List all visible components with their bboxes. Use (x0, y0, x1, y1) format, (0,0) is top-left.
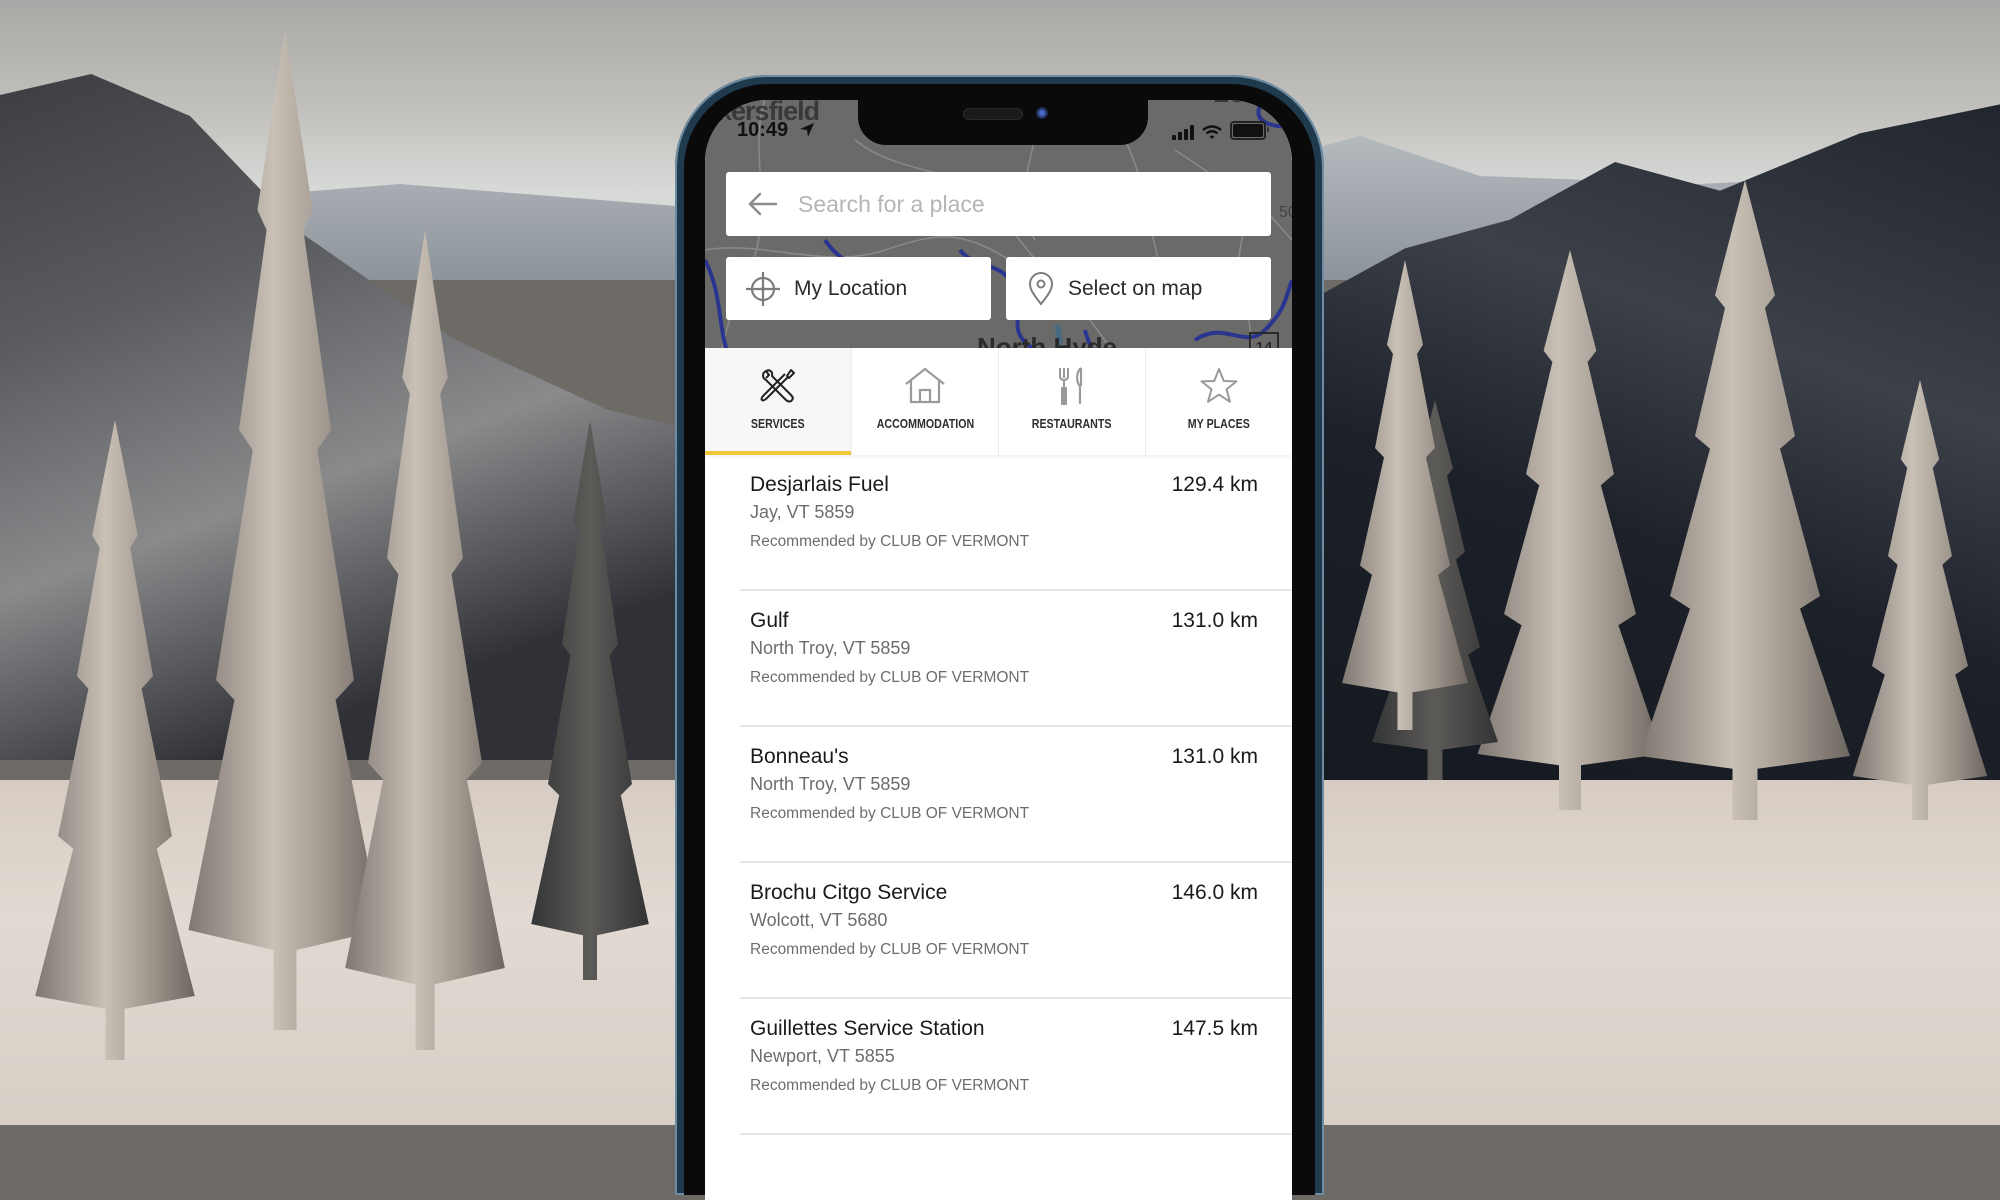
status-time: 10:49 (737, 119, 789, 141)
signal-icon (1172, 125, 1194, 140)
list-item[interactable]: Guillettes Service Station 147.5 km Newp… (740, 999, 1292, 1135)
tab-restaurants[interactable]: RESTAURANTS (999, 348, 1146, 455)
status-icons (1172, 121, 1269, 140)
tab-services[interactable]: SERVICES (705, 348, 852, 455)
tab-my-places[interactable]: MY PLACES (1146, 348, 1292, 455)
place-distance: 131.0 km (1171, 609, 1258, 632)
place-recommendation: Recommended by CLUB OF VERMONT (750, 941, 1030, 958)
tab-label: SERVICES (751, 416, 805, 431)
map-label: Low (1213, 100, 1265, 109)
place-address: Jay, VT 5859 (750, 502, 855, 522)
map-pin-icon (1028, 271, 1054, 306)
place-distance: 146.0 km (1171, 881, 1258, 904)
place-name: Bonneau's (750, 745, 849, 768)
phone-frame: akersfield Low North Hyde 50 14 10:49 (675, 75, 1324, 1200)
category-tabs: SERVICES ACCOMMODATION RESTAURANTS MY PL… (705, 348, 1292, 455)
place-name: Guillettes Service Station (750, 1017, 985, 1040)
place-address: North Troy, VT 5859 (750, 638, 911, 658)
tab-label: RESTAURANTS (1032, 416, 1112, 431)
place-recommendation: Recommended by CLUB OF VERMONT (750, 1077, 1030, 1094)
front-camera (1036, 107, 1048, 119)
map-label: 50 (1279, 204, 1292, 221)
location-arrow-icon (800, 123, 814, 137)
my-location-label: My Location (794, 276, 908, 300)
place-name: Gulf (750, 609, 789, 632)
list-item[interactable]: Gulf 131.0 km North Troy, VT 5859 Recomm… (740, 591, 1292, 727)
search-bar (726, 172, 1271, 236)
star-icon (1200, 368, 1238, 403)
search-input[interactable] (796, 189, 1240, 219)
place-name: Desjarlais Fuel (750, 473, 889, 496)
fork-knife-icon (1059, 367, 1083, 405)
tools-icon (760, 369, 795, 403)
place-distance: 131.0 km (1171, 745, 1258, 768)
place-address: North Troy, VT 5859 (750, 774, 911, 794)
phone-screen: akersfield Low North Hyde 50 14 10:49 (705, 100, 1292, 1200)
place-name: Brochu Citgo Service (750, 881, 948, 904)
phone-notch (858, 100, 1148, 145)
crosshair-icon (746, 271, 780, 306)
wifi-icon (1202, 125, 1222, 139)
tab-label: MY PLACES (1187, 416, 1250, 431)
speaker-grille (963, 108, 1023, 120)
select-on-map-label: Select on map (1068, 276, 1203, 300)
place-recommendation: Recommended by CLUB OF VERMONT (750, 533, 1030, 550)
list-item[interactable]: Desjarlais Fuel 129.4 km Jay, VT 5859 Re… (740, 455, 1292, 591)
tab-label: ACCOMMODATION (876, 416, 974, 431)
place-distance: 129.4 km (1171, 473, 1258, 496)
place-recommendation: Recommended by CLUB OF VERMONT (750, 669, 1030, 686)
my-location-button[interactable]: My Location (726, 257, 991, 320)
place-recommendation: Recommended by CLUB OF VERMONT (750, 805, 1030, 822)
tab-accommodation[interactable]: ACCOMMODATION (852, 348, 999, 455)
battery-icon (1230, 121, 1269, 140)
list-item[interactable]: Bonneau's 131.0 km North Troy, VT 5859 R… (740, 727, 1292, 863)
places-list: Desjarlais Fuel 129.4 km Jay, VT 5859 Re… (705, 455, 1292, 1135)
list-item[interactable]: Brochu Citgo Service 146.0 km Wolcott, V… (740, 863, 1292, 999)
arrow-left-icon[interactable] (748, 192, 778, 216)
select-on-map-button[interactable]: Select on map (1006, 257, 1271, 320)
house-icon (905, 367, 945, 404)
place-distance: 147.5 km (1171, 1017, 1258, 1040)
place-address: Newport, VT 5855 (750, 1046, 895, 1066)
place-address: Wolcott, VT 5680 (750, 910, 888, 930)
